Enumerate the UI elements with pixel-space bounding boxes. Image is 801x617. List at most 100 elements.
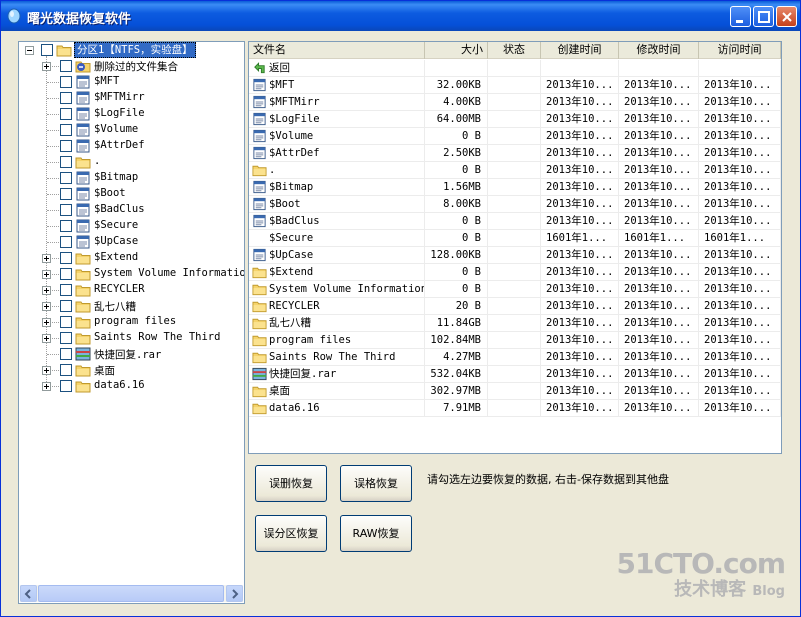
table-row[interactable]: $Extend 0 B 2013年10... 2013年10... 2013年10... [249,264,781,281]
table-row[interactable]: $BadClus 0 B 2013年10... 2013年10... 2013年10..… [249,213,781,230]
table-row[interactable]: $MFT 32.00KB 2013年10... 2013年10... 2013年10..… [249,77,781,94]
tree-expand-icon[interactable] [42,318,51,327]
table-row[interactable]: 快捷回复.rar 532.04KB 2013年10... 2013年10... 2013… [249,366,781,383]
table-row[interactable]: System Volume Information 0 B 2013年10... 20… [249,281,781,298]
cell-name: 桌面 [249,383,425,400]
tree-item-checkbox[interactable] [60,204,72,216]
tree-collapse-icon[interactable] [25,46,34,55]
tree-item-checkbox[interactable] [60,348,72,360]
tree-item[interactable]: $Volume [19,122,244,138]
tree-item-checkbox[interactable] [60,284,72,296]
partition-recovery-button[interactable]: 误分区恢复 [255,515,327,552]
tree-item[interactable]: program files [19,314,244,330]
column-header[interactable]: 访问时间 [699,42,781,59]
tree-root-checkbox[interactable] [41,44,53,56]
tree-item[interactable]: . [19,154,244,170]
scroll-right-button[interactable] [226,585,243,602]
tree-item-checkbox[interactable] [60,172,72,184]
tree-item[interactable]: 快捷回复.rar [19,346,244,362]
tree-item[interactable]: $Secure [19,218,244,234]
tree-item[interactable]: data6.16 [19,378,244,394]
tree-item[interactable]: $MFT [19,74,244,90]
table-row[interactable]: $MFTMirr 4.00KB 2013年10... 2013年10... 2013年1… [249,94,781,111]
title-bar[interactable]: 曙光数据恢复软件 [1,1,800,31]
table-row[interactable]: program files 102.84MB 2013年10... 2013年10..… [249,332,781,349]
tree-item-checkbox[interactable] [60,220,72,232]
tree-item-checkbox[interactable] [60,60,72,72]
tree-item-checkbox[interactable] [60,124,72,136]
tree-item-checkbox[interactable] [60,188,72,200]
cell-modified: 2013年10... [619,332,699,349]
table-row[interactable]: $UpCase 128.00KB 2013年10... 2013年10... 2013年… [249,247,781,264]
tree-item-checkbox[interactable] [60,108,72,120]
table-row[interactable]: .0 B 2013年10... 2013年10... 2013年10... [249,162,781,179]
tree-item[interactable]: $UpCase [19,234,244,250]
table-row[interactable]: $AttrDef 2.50KB 2013年10... 2013年10... 2013年1… [249,145,781,162]
tree-item[interactable]: RECYCLER [19,282,244,298]
unformat-recovery-button[interactable]: 误格恢复 [340,465,412,502]
tree-item[interactable]: 删除过的文件集合 [19,58,244,74]
tree-expand-icon[interactable] [42,270,51,279]
cell-size: 64.00MB [425,111,488,128]
tree-item-checkbox[interactable] [60,76,72,88]
tree-item-checkbox[interactable] [60,268,72,280]
undelete-recovery-button[interactable]: 误删恢复 [255,465,327,502]
minimize-button[interactable] [730,6,751,27]
table-row[interactable]: $Boot 8.00KB 2013年10... 2013年10... 2013年10..… [249,196,781,213]
tree-item[interactable]: 桌面 [19,362,244,378]
tree-item-checkbox[interactable] [60,156,72,168]
table-row[interactable]: $Volume 0 B 2013年10... 2013年10... 2013年10... [249,128,781,145]
cell-created: 2013年10... [541,128,619,145]
tree-item-checkbox[interactable] [60,92,72,104]
column-header[interactable]: 创建时间 [541,42,619,59]
column-header[interactable]: 修改时间 [619,42,699,59]
table-row[interactable]: 乱七八糟 11.84GB 2013年10... 2013年10... 2013年10..… [249,315,781,332]
tree-item-checkbox[interactable] [60,380,72,392]
tree-item[interactable]: 乱七八糟 [19,298,244,314]
tree-item-checkbox[interactable] [60,300,72,312]
maximize-button[interactable] [753,6,774,27]
tree-expand-icon[interactable] [42,334,51,343]
tree-item[interactable]: $Extend [19,250,244,266]
tree-expand-icon[interactable] [42,382,51,391]
column-header[interactable]: 文件名 [249,42,425,59]
table-row[interactable]: $Secure 0 B 1601年1... 1601年1... 1601年1... [249,230,781,247]
tree-item[interactable]: Saints Row The Third [19,330,244,346]
close-button[interactable] [776,6,797,27]
folder-tree[interactable]: 分区1【NTFS，实验盘】 删除过的文件集合 $MFT $MFTMirr $LogFil… [18,41,245,604]
file-list[interactable]: 文件名 大小 状态 创建时间 修改时间 访问时间 返回 $MFT 32.00KB 2013年10… [248,41,782,454]
table-row[interactable]: Saints Row The Third 4.27MB 2013年10... 2013… [249,349,781,366]
tree-expand-icon[interactable] [42,302,51,311]
table-row[interactable]: RECYCLER 20 B 2013年10... 2013年10... 2013年10.… [249,298,781,315]
tree-item[interactable]: $Boot [19,186,244,202]
tree-item[interactable]: $LogFile [19,106,244,122]
tree-item-checkbox[interactable] [60,316,72,328]
tree-item-checkbox[interactable] [60,364,72,376]
tree-horizontal-scrollbar[interactable] [20,585,243,602]
scroll-left-button[interactable] [20,585,37,602]
tree-root-partition[interactable]: 分区1【NTFS，实验盘】 [19,42,244,58]
tree-item[interactable]: $Bitmap [19,170,244,186]
tree-item[interactable]: $MFTMirr [19,90,244,106]
cell-status [488,145,541,162]
column-header[interactable]: 大小 [425,42,488,59]
tree-expand-icon[interactable] [42,366,51,375]
table-row[interactable]: 返回 [249,60,781,77]
tree-item[interactable]: $AttrDef [19,138,244,154]
tree-expand-icon[interactable] [42,254,51,263]
column-header[interactable]: 状态 [488,42,541,59]
tree-item-checkbox[interactable] [60,332,72,344]
raw-recovery-button[interactable]: RAW恢复 [340,515,412,552]
tree-expand-icon[interactable] [42,286,51,295]
table-row[interactable]: 桌面 302.97MB 2013年10... 2013年10... 2013年10... [249,383,781,400]
tree-item-checkbox[interactable] [60,236,72,248]
tree-item-checkbox[interactable] [60,252,72,264]
scroll-thumb[interactable] [38,585,224,602]
tree-item[interactable]: $BadClus [19,202,244,218]
table-row[interactable]: $LogFile 64.00MB 2013年10... 2013年10... 2013年… [249,111,781,128]
tree-item[interactable]: System Volume Information [19,266,244,282]
table-row[interactable]: data6.16 7.91MB 2013年10... 2013年10... 2013年1… [249,400,781,417]
table-row[interactable]: $Bitmap 1.56MB 2013年10... 2013年10... 2013年10… [249,179,781,196]
tree-expand-icon[interactable] [42,62,51,71]
tree-item-checkbox[interactable] [60,140,72,152]
